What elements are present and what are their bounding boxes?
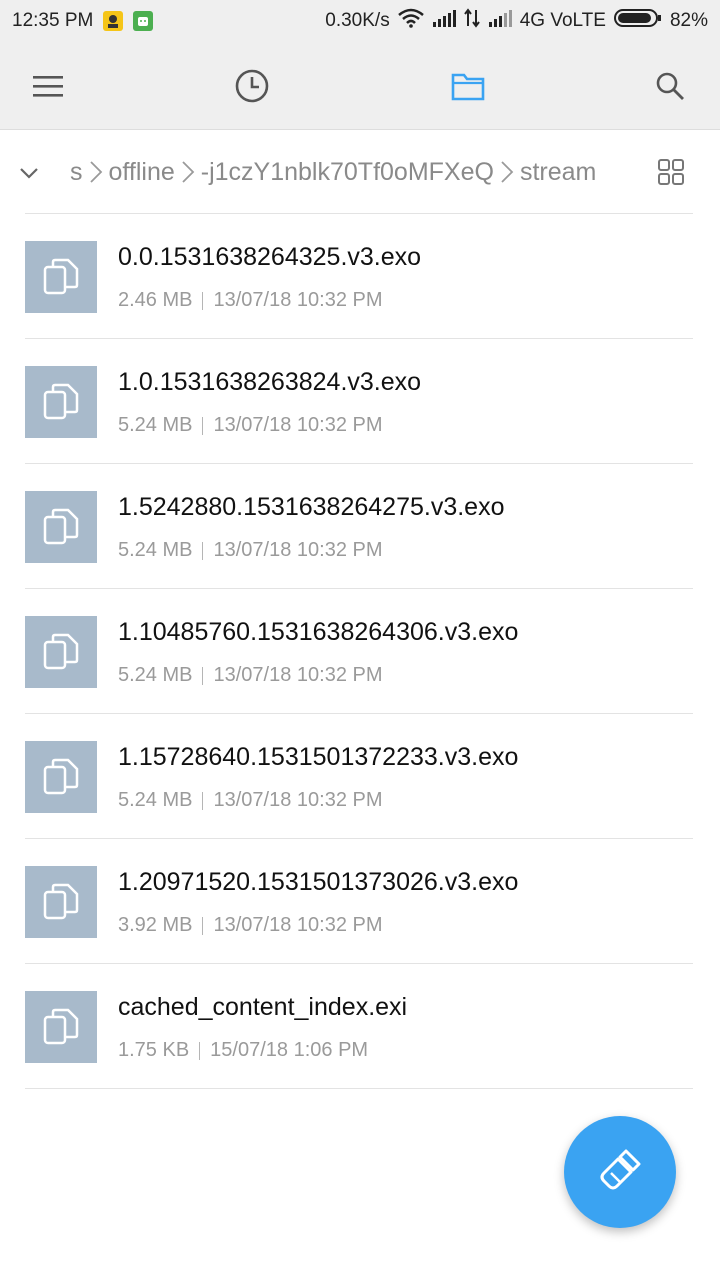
status-bar: 12:35 PM 0.30K/s 4G VoLTE 82%	[0, 0, 720, 42]
net-speed: 0.30K/s	[325, 10, 390, 31]
file-date: 13/07/18 10:32 PM	[213, 414, 383, 436]
file-size: 3.92 MB	[118, 914, 193, 936]
meta-divider	[202, 791, 204, 810]
file-size: 1.75 KB	[118, 1039, 190, 1061]
file-date: 15/07/18 1:06 PM	[210, 1039, 369, 1061]
battery-icon	[613, 8, 662, 34]
file-date: 13/07/18 10:32 PM	[213, 289, 383, 311]
cleaner-brush-icon	[593, 1143, 647, 1202]
file-date: 13/07/18 10:32 PM	[213, 789, 383, 811]
file-name: 1.20971520.1531501373026.v3.exo	[118, 868, 519, 896]
file-date: 13/07/18 10:32 PM	[213, 539, 383, 561]
status-time: 12:35 PM	[12, 10, 94, 31]
list-item[interactable]: 0.0.1531638264325.v3.exo 2.46 MB 13/07/18…	[25, 214, 693, 339]
signal-icon-2	[488, 9, 512, 33]
signal-icon	[432, 9, 456, 33]
cleaner-fab-button[interactable]	[564, 1116, 676, 1228]
list-item[interactable]: 1.15728640.1531501372233.v3.exo 5.24 MB 1…	[25, 714, 693, 839]
file-name: 1.5242880.1531638264275.v3.exo	[118, 493, 505, 521]
list-item[interactable]: 1.5242880.1531638264275.v3.exo 5.24 MB 13…	[25, 464, 693, 589]
grid-view-icon[interactable]	[658, 159, 684, 190]
meta-divider	[202, 916, 204, 935]
meta-divider	[199, 1041, 201, 1060]
list-item[interactable]: cached_content_index.exi 1.75 KB 15/07/18…	[25, 964, 693, 1089]
file-date: 13/07/18 10:32 PM	[213, 664, 383, 686]
file-size: 5.24 MB	[118, 539, 193, 561]
data-arrows-icon	[463, 8, 480, 34]
file-name: 1.15728640.1531501372233.v3.exo	[118, 743, 519, 771]
recent-clock-icon[interactable]	[228, 62, 276, 110]
breadcrumb-item[interactable]: -j1czY1nblk70Tf0oMFXeQ	[201, 158, 494, 187]
file-icon	[25, 366, 97, 438]
breadcrumb-item[interactable]: offline	[109, 158, 175, 187]
file-icon	[25, 491, 97, 563]
file-date: 13/07/18 10:32 PM	[213, 914, 383, 936]
file-icon	[25, 741, 97, 813]
file-size: 5.24 MB	[118, 789, 193, 811]
list-item[interactable]: 1.20971520.1531501373026.v3.exo 3.92 MB 1…	[25, 839, 693, 964]
file-name: 1.0.1531638263824.v3.exo	[118, 368, 422, 396]
chevron-right-icon	[500, 160, 514, 184]
breadcrumb: s offline -j1czY1nblk70Tf0oMFXeQ stream	[0, 130, 720, 214]
file-icon	[25, 616, 97, 688]
file-icon	[25, 866, 97, 938]
notification-icon-yellow	[103, 11, 124, 31]
chevron-right-icon	[89, 160, 103, 184]
file-name: 1.10485760.1531638264306.v3.exo	[118, 618, 519, 646]
file-icon	[25, 241, 97, 313]
file-size: 2.46 MB	[118, 289, 193, 311]
list-item[interactable]: 1.0.1531638263824.v3.exo 5.24 MB 13/07/18…	[25, 339, 693, 464]
breadcrumb-item[interactable]: s	[70, 158, 83, 187]
toolbar	[0, 42, 720, 130]
network-type: 4G VoLTE	[519, 10, 606, 31]
chevron-right-icon	[181, 160, 195, 184]
menu-icon[interactable]	[24, 62, 72, 110]
wifi-icon	[397, 8, 424, 34]
folder-icon[interactable]	[444, 62, 492, 110]
file-icon	[25, 991, 97, 1063]
meta-divider	[202, 666, 204, 685]
notification-icon-green	[133, 11, 154, 31]
file-size: 5.24 MB	[118, 414, 193, 436]
collapse-chevron-icon[interactable]	[18, 162, 40, 189]
file-name: 0.0.1531638264325.v3.exo	[118, 243, 422, 271]
meta-divider	[202, 541, 204, 560]
meta-divider	[202, 416, 204, 435]
meta-divider	[202, 291, 204, 310]
file-list: 0.0.1531638264325.v3.exo 2.46 MB 13/07/18…	[0, 214, 720, 1089]
list-item[interactable]: 1.10485760.1531638264306.v3.exo 5.24 MB 1…	[25, 589, 693, 714]
battery-percent: 82%	[669, 10, 708, 31]
breadcrumb-item-current[interactable]: stream	[520, 158, 596, 187]
search-icon[interactable]	[646, 62, 694, 110]
file-name: cached_content_index.exi	[118, 993, 408, 1021]
file-size: 5.24 MB	[118, 664, 193, 686]
